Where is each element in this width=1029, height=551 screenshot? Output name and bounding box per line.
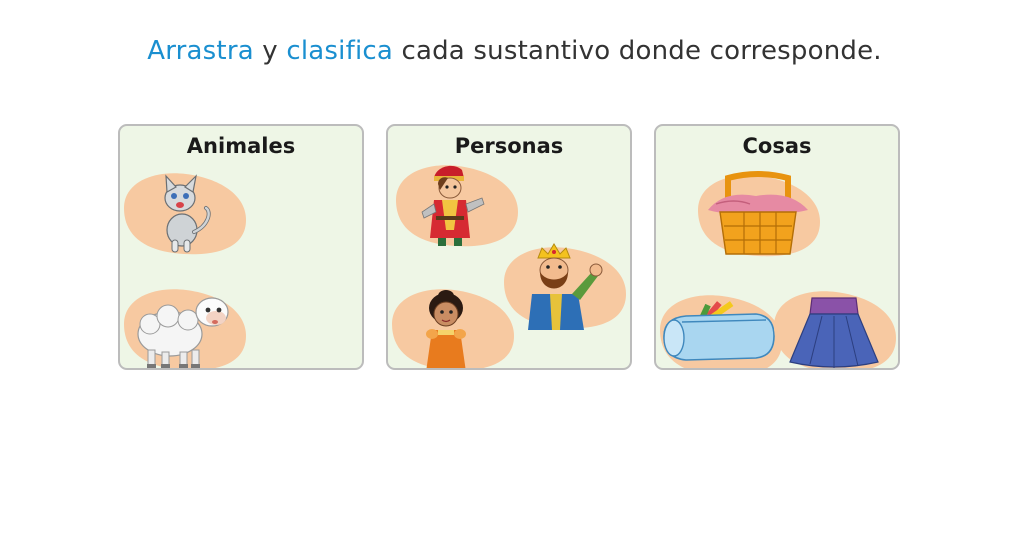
draggable-card-sheep[interactable] — [120, 284, 248, 368]
category-title-personas: Personas — [454, 134, 564, 158]
cat-icon — [124, 173, 246, 255]
draggable-card-pencil-case[interactable] — [656, 290, 784, 368]
instruction-text: Arrastra y clasifica cada sustantivo don… — [0, 36, 1029, 66]
drop-zone-personas[interactable]: Personas — [386, 124, 632, 370]
instruction-word-classify: clasifica — [286, 36, 394, 66]
draggable-card-girl[interactable] — [388, 284, 516, 368]
prince-icon — [396, 165, 518, 247]
basket-icon — [698, 171, 820, 257]
girl-icon — [392, 289, 514, 368]
skirt-icon — [774, 291, 896, 368]
draggable-card-cat[interactable] — [120, 168, 248, 256]
instruction-word-drag: Arrastra — [147, 36, 254, 66]
pencil-case-icon — [660, 295, 782, 368]
draggable-card-prince[interactable] — [392, 160, 520, 248]
instruction-connector: y — [253, 36, 287, 66]
king-icon — [504, 243, 626, 330]
category-title-animales: Animales — [186, 134, 296, 158]
draggable-card-basket[interactable] — [694, 170, 822, 258]
draggable-card-skirt[interactable] — [770, 286, 898, 368]
category-title-cosas: Cosas — [742, 134, 812, 158]
draggable-card-king[interactable] — [500, 242, 628, 330]
instruction-rest: cada sustantivo donde corresponde. — [393, 36, 882, 66]
drop-zone-cosas[interactable]: Cosas — [654, 124, 900, 370]
drop-zone-animales[interactable]: Animales — [118, 124, 364, 370]
sheep-icon — [124, 289, 246, 368]
